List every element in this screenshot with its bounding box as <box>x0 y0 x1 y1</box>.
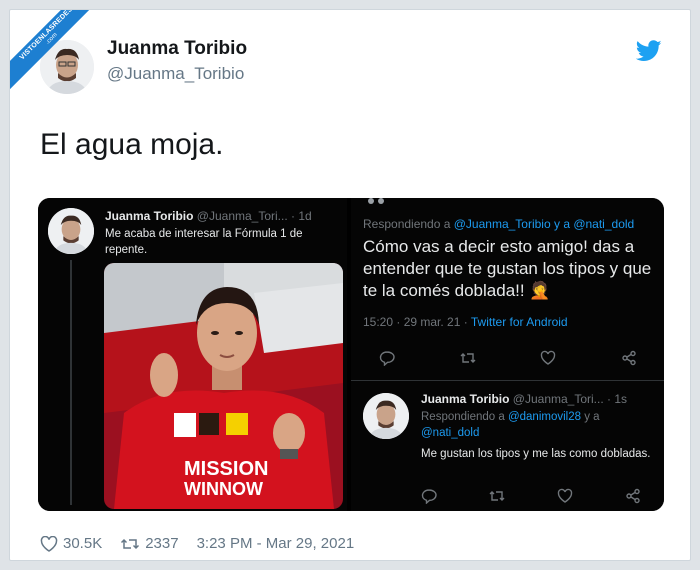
like-count: 30.5K <box>63 535 103 552</box>
retweet-icon <box>460 353 476 363</box>
reply-body: Cómo vas a decir esto amigo! das a enten… <box>363 237 652 300</box>
reply2-name: Juanma Toribio <box>421 392 510 406</box>
reply2-prefix: Respondiendo a <box>421 411 508 423</box>
reply2-mention-2: @nati_dold <box>421 427 480 439</box>
reply-timestamp-row: 15:20 · 29 mar. 21 · Twitter for Android <box>363 315 568 329</box>
svg-text:MISSION: MISSION <box>184 458 268 480</box>
heart-icon <box>541 350 556 365</box>
reply-icon <box>421 489 437 504</box>
screenshot-name: Juanma Toribio <box>105 209 194 223</box>
screenshot-avatar <box>48 208 94 254</box>
reply2-body: Me gustan los tipos y me las como doblad… <box>421 448 651 460</box>
reply-icon <box>379 351 395 366</box>
reply-mentions: @Juanma_Toribio y a @nati_dold <box>453 217 635 231</box>
driver-photo: MISSION WINNOW <box>104 263 343 509</box>
reply-timestamp: 15:20 · 29 mar. 21 <box>363 315 461 329</box>
like-button[interactable]: 30.5K <box>40 535 102 552</box>
tweet-media[interactable]: Juanma Toribio @Juanma_Tori... · 1d Me a… <box>38 198 664 511</box>
reply2-handle-time: @Juanma_Tori... · 1s <box>512 392 628 406</box>
screenshot-handle-time: @Juanma_Tori... · 1d <box>196 209 312 223</box>
screenshot-body: Me acaba de interesar la Fórmula 1 de re… <box>105 228 303 256</box>
reply-source: Twitter for Android <box>470 315 568 329</box>
reply2-replying-to: Respondiendo a @danimovil28 y a @nati_do… <box>421 409 651 441</box>
reply-prefix: Respondiendo a <box>363 217 454 231</box>
screenshot-left: Juanma Toribio @Juanma_Tori... · 1d Me a… <box>38 198 347 511</box>
retweet-button[interactable]: 2337 <box>120 535 179 552</box>
tweet-card: VISTOENLASREDES .com Juanma Toribio @Jua… <box>9 9 691 561</box>
tweet-footer: 30.5K 2337 3:23 PM - Mar 29, 2021 <box>40 535 354 552</box>
reply2-header: Juanma Toribio @Juanma_Tori... · 1s <box>421 392 627 406</box>
reply2-actions <box>421 488 641 504</box>
tweet-datetime[interactable]: 3:23 PM - Mar 29, 2021 <box>197 535 355 552</box>
reply2-mention-1: @danimovil28 <box>507 411 582 423</box>
author-name[interactable]: Juanma Toribio <box>107 38 247 60</box>
reply-actions <box>379 350 637 366</box>
tweet-text: El agua moja. <box>40 128 224 161</box>
reply2-avatar <box>363 393 409 439</box>
author-handle[interactable]: @Juanma_Toribio <box>107 64 244 84</box>
divider <box>351 380 664 381</box>
cropped-avatar-edge <box>368 198 384 204</box>
share-icon <box>622 350 636 366</box>
reply2-mid: y a <box>581 411 600 423</box>
share-icon <box>626 488 640 504</box>
retweet-icon <box>121 538 140 549</box>
screenshot-header: Juanma Toribio @Juanma_Tori... · 1d <box>105 209 312 223</box>
thread-line <box>70 260 72 505</box>
screenshot-right: Respondiendo a @Juanma_Toribio y a @nati… <box>351 198 664 511</box>
replying-to: Respondiendo a @Juanma_Toribio y a @nati… <box>363 217 634 231</box>
twitter-bird-icon[interactable] <box>636 40 662 62</box>
retweet-icon <box>489 491 505 501</box>
heart-icon <box>557 488 573 503</box>
heart-icon <box>40 535 58 552</box>
svg-text:WINNOW: WINNOW <box>184 479 263 499</box>
retweet-count: 2337 <box>145 535 179 552</box>
